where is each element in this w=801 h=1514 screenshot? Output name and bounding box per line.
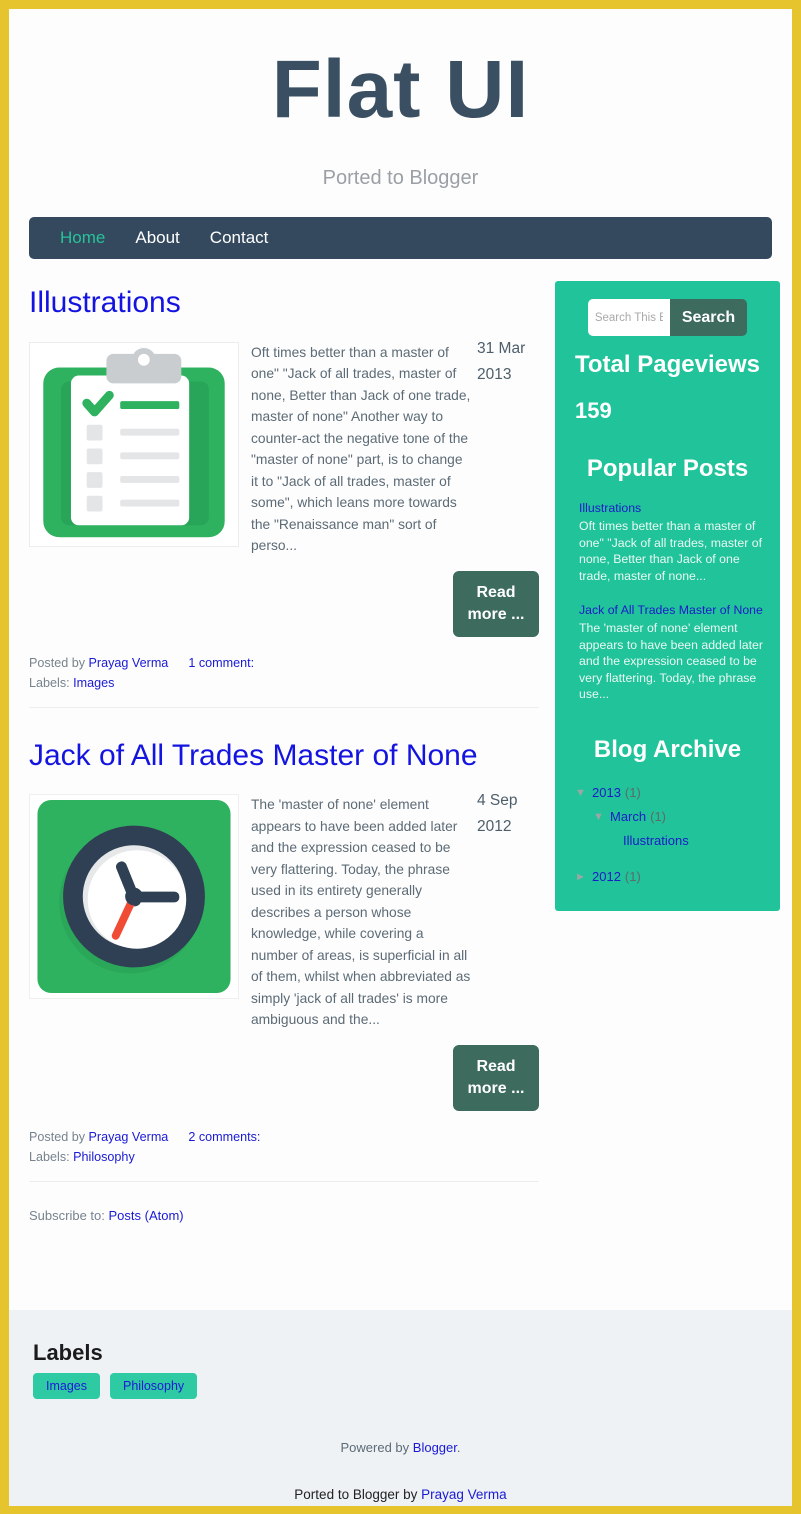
blog-post: Illustrations Oft times better than a ma… — [29, 281, 539, 710]
labels-label: Labels: — [29, 675, 70, 690]
main-content-column: Illustrations Oft times better than a ma… — [29, 281, 539, 1231]
archive-month-link[interactable]: March — [610, 805, 646, 829]
clock-icon[interactable] — [29, 794, 239, 999]
labels-heading: Labels — [33, 1340, 103, 1365]
post-date: 4 Sep 2012 — [477, 788, 539, 840]
label-pill-philosophy[interactable]: Philosophy — [110, 1373, 198, 1399]
post-meta-labels-line: Labels: Philosophy — [29, 1147, 539, 1167]
archive-entry-2013: ▼ 2013 (1) — [575, 781, 766, 805]
post-comments-link[interactable]: 2 comments: — [188, 1130, 260, 1144]
powered-by-row: Powered by Blogger. — [9, 1440, 792, 1455]
content-layout: Illustrations Oft times better than a ma… — [9, 259, 792, 1231]
post-date-day: 31 Mar — [477, 339, 526, 357]
popular-post-snippet: The 'master of none' element appears to … — [579, 621, 763, 701]
popular-posts-list: Illustrations Oft times better than a ma… — [569, 500, 766, 703]
post-meta: Posted by Prayag Verma 1 comment: Labels… — [29, 653, 539, 708]
page-title: Flat UI — [271, 44, 530, 135]
nav-item-contact[interactable]: Contact — [195, 228, 284, 248]
post-title-link[interactable]: Illustrations — [29, 281, 539, 325]
site-subtitle: Ported to Blogger — [322, 167, 479, 189]
post-title-link[interactable]: Jack of All Trades Master of None — [29, 734, 539, 778]
archive-count: (1) — [650, 808, 667, 824]
search-box: Search — [587, 299, 748, 336]
popular-post-item: Illustrations Oft times better than a ma… — [579, 500, 766, 584]
chevron-down-icon[interactable]: ▼ — [593, 805, 610, 829]
archive-year-link[interactable]: 2013 — [592, 781, 621, 805]
post-meta-author-line: Posted by Prayag Verma 1 comment: — [29, 653, 539, 673]
post-label-link[interactable]: Philosophy — [73, 1150, 135, 1164]
archive-count: (1) — [624, 784, 641, 800]
blog-archive-list: ▼ 2013 (1) ▼ March (1) Illustrations ► 2… — [569, 781, 766, 889]
label-pill-list: Images Philosophy — [9, 1373, 792, 1399]
posted-by-label: Posted by — [29, 655, 86, 670]
archive-post-link[interactable]: Illustrations — [623, 829, 689, 853]
popular-posts-heading: Popular Posts — [586, 455, 749, 482]
post-date-year: 2012 — [477, 818, 512, 835]
label-pill-images[interactable]: Images — [33, 1373, 100, 1399]
post-body: The 'master of none' element appears to … — [29, 792, 539, 1031]
post-label-link[interactable]: Images — [73, 676, 114, 690]
total-pageviews-heading: Total Pageviews — [575, 351, 760, 378]
powered-by-label: Powered by — [340, 1440, 410, 1455]
chevron-down-icon[interactable]: ▼ — [575, 781, 592, 805]
clipboard-illustration-svg — [43, 347, 225, 537]
sidebar-column: Search Total Pageviews 159 Popular Posts… — [555, 281, 780, 911]
attribution-author-link[interactable]: Prayag Verma — [421, 1487, 507, 1502]
site-header: Flat UI Ported to Blogger — [9, 9, 792, 190]
chevron-right-icon[interactable]: ► — [575, 865, 592, 889]
search-button[interactable]: Search — [669, 299, 748, 336]
popular-post-item: Jack of All Trades Master of None The 'm… — [579, 602, 766, 703]
read-more-button[interactable]: Read more ... — [453, 1044, 539, 1111]
labels-label: Labels: — [29, 1149, 70, 1164]
divider — [575, 853, 766, 865]
post-body: Oft times better than a master of one" "… — [29, 340, 539, 557]
powered-by-period: . — [456, 1440, 461, 1455]
post-meta: Posted by Prayag Verma 2 comments: Label… — [29, 1127, 539, 1182]
popular-post-title-link[interactable]: Illustrations — [579, 500, 766, 516]
popular-post-title-link[interactable]: Jack of All Trades Master of None — [579, 602, 766, 618]
post-author-link[interactable]: Prayag Verma — [89, 1130, 169, 1144]
post-date: 31 Mar 2013 — [477, 336, 539, 388]
popular-post-snippet: Oft times better than a master of one" "… — [579, 519, 763, 583]
archive-entry-illustrations: Illustrations — [575, 829, 766, 853]
post-date-year: 2013 — [477, 365, 512, 383]
read-more-button[interactable]: Read more ... — [453, 570, 539, 637]
search-row: Search — [569, 299, 766, 336]
page-root: Flat UI Ported to Blogger Home About Con… — [0, 0, 801, 1514]
post-meta-labels-line: Labels: Images — [29, 673, 539, 693]
blog-archive-heading: Blog Archive — [593, 735, 742, 763]
site-footer: Labels Images Philosophy Powered by Blog… — [9, 1310, 792, 1506]
subscribe-label: Subscribe to: — [29, 1207, 105, 1223]
read-more-row: Read more ... — [29, 570, 539, 637]
attribution-row: Ported to Blogger by Prayag Verma — [9, 1487, 792, 1502]
pageviews-count: 159 — [575, 398, 612, 423]
post-date-day: 4 Sep — [477, 792, 518, 809]
archive-year-link[interactable]: 2012 — [592, 865, 621, 889]
post-meta-author-line: Posted by Prayag Verma 2 comments: — [29, 1127, 539, 1147]
archive-entry-2012: ► 2012 (1) — [575, 865, 766, 889]
blogger-link[interactable]: Blogger — [413, 1440, 457, 1455]
posted-by-label: Posted by — [29, 1129, 86, 1144]
subscribe-atom-link[interactable]: Posts (Atom) — [109, 1208, 184, 1223]
nav-item-home[interactable]: Home — [45, 228, 120, 248]
post-author-link[interactable]: Prayag Verma — [89, 656, 169, 670]
archive-count: (1) — [624, 868, 641, 884]
main-navbar: Home About Contact — [29, 217, 772, 259]
clock-illustration-svg — [37, 799, 231, 994]
sidebar: Search Total Pageviews 159 Popular Posts… — [555, 281, 780, 911]
attribution-label: Ported to Blogger by — [294, 1487, 418, 1502]
subscribe-row: Subscribe to: Posts (Atom) — [29, 1208, 539, 1231]
read-more-row: Read more ... — [29, 1044, 539, 1111]
search-input[interactable] — [587, 299, 670, 336]
archive-entry-march: ▼ March (1) — [575, 805, 766, 829]
post-comments-link[interactable]: 1 comment: — [188, 656, 254, 670]
nav-item-about[interactable]: About — [120, 228, 194, 248]
blog-post: Jack of All Trades Master of None The 'm… — [29, 734, 539, 1184]
clipboard-icon[interactable] — [29, 341, 239, 547]
